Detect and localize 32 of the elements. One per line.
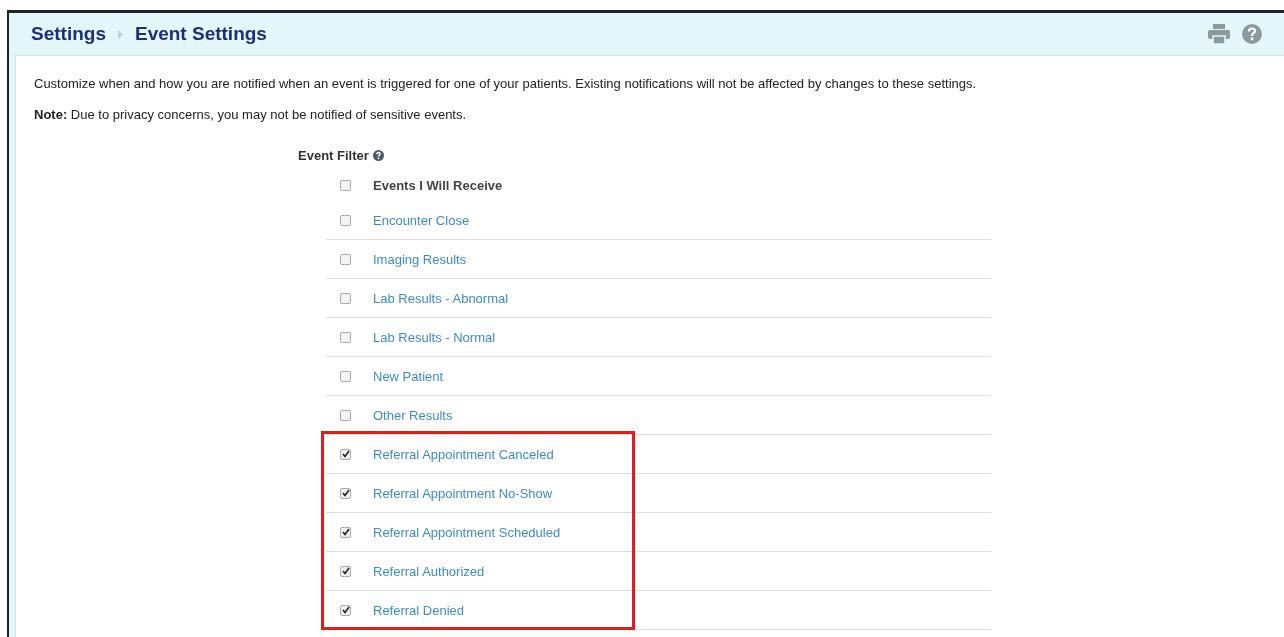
event-link[interactable]: Referral Appointment Scheduled — [373, 524, 561, 540]
checkbox[interactable] — [340, 370, 351, 382]
checkbox[interactable] — [340, 604, 351, 616]
checkbox[interactable] — [340, 331, 351, 343]
checkbox[interactable] — [340, 526, 351, 538]
checkbox[interactable] — [340, 448, 351, 460]
event-link[interactable]: Referral Appointment No-Show — [373, 485, 553, 501]
event-link[interactable]: Referral Authorized — [373, 563, 485, 579]
checkbox[interactable] — [340, 253, 351, 265]
checkbox[interactable] — [340, 565, 351, 577]
event-link[interactable]: Imaging Results — [373, 251, 467, 267]
breadcrumb-link[interactable]: Settings — [31, 23, 106, 45]
privacy-note: Note: Due to privacy concerns, you may not be notified of sensitive events. — [34, 107, 468, 122]
help-icon[interactable] — [372, 150, 384, 161]
event-link[interactable]: Referral Appointment Canceled — [373, 446, 554, 462]
checkbox[interactable] — [340, 179, 351, 191]
checkbox[interactable] — [340, 487, 351, 499]
filter-title: Event Filter — [298, 148, 369, 163]
event-link[interactable]: Lab Results - Normal — [373, 329, 496, 345]
event-link[interactable]: Encounter Close — [373, 212, 470, 228]
event-link[interactable]: New Patient — [373, 368, 444, 384]
checkbox[interactable] — [340, 214, 351, 226]
event-link[interactable]: Lab Results - Abnormal — [373, 290, 509, 306]
event-link[interactable]: Other Results — [373, 407, 453, 423]
checkbox[interactable] — [340, 409, 351, 421]
checkbox[interactable] — [340, 292, 351, 304]
print-icon[interactable] — [1208, 24, 1230, 44]
description-text: Customize when and how you are notified when an event is triggered for one of your patients. Existing notifications will not be affected by changes to these settings. — [34, 76, 978, 91]
chevron-icon — [117, 29, 123, 39]
select-all-label: Events I Will Receive — [373, 177, 503, 193]
event-link[interactable]: Referral Denied — [373, 602, 465, 618]
page-title: Event Settings — [134, 23, 267, 45]
